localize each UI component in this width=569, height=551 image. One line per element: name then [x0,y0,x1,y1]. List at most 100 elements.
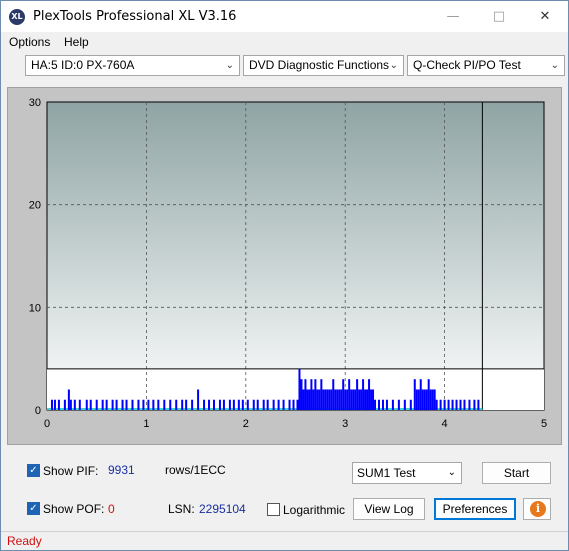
pif-bar [95,399,98,410]
pif-bar [262,399,265,410]
pif-bar [302,389,305,410]
pif-bar [356,379,359,410]
pif-bar [232,399,235,410]
pif-bar [435,399,438,410]
pif-bar [292,399,295,410]
function-select-value: DVD Diagnostic Functions [249,58,390,72]
pif-bar [246,399,249,410]
pif-bar [455,399,458,410]
pif-bar [368,379,371,410]
chevron-down-icon: ⌄ [550,60,559,71]
pif-bar [377,399,380,410]
pif-bar [67,389,70,410]
pif-bar [157,399,160,410]
pif-bar [330,389,333,410]
pif-bar [463,399,466,410]
preferences-button[interactable]: Preferences [434,498,516,520]
drive-select[interactable]: HA:5 ID:0 PX-760A ⌄ [25,55,240,76]
pif-bar [340,389,343,410]
pif-bar [115,399,118,410]
x-tick-label: 3 [342,418,348,430]
pif-bar [374,399,377,410]
pif-bar [152,399,155,410]
pif-bar [131,399,134,410]
logarithmic-label: Logarithmic [283,503,346,517]
y-tick-label: 20 [29,200,41,212]
app-logo-icon: XL [9,9,25,25]
pif-value: 9931 [108,463,135,477]
pif-bar [185,399,188,410]
pif-bar [222,399,225,410]
pif-bar [256,399,259,410]
show-pif-text: Show PIF: [43,464,99,478]
control-panel: ✓ Show PIF: 9931 rows/1ECC SUM1 Test ⌄ S… [7,453,562,527]
chevron-down-icon: ⌄ [389,60,398,71]
pif-bar [73,399,76,410]
pif-bar [111,399,114,410]
pif-bar [346,389,349,410]
pif-bar [328,389,331,410]
pif-bar [314,379,317,410]
pif-bar [350,389,353,410]
pif-bar [237,399,240,410]
show-pof-checkbox[interactable]: ✓ [27,502,40,515]
pif-bar [266,399,269,410]
y-tick-label: 30 [29,97,41,109]
pif-bar [147,399,150,410]
show-pif-checkbox[interactable]: ✓ [27,464,40,477]
drive-select-value: HA:5 ID:0 PX-760A [31,58,135,72]
pif-bar [372,389,375,410]
pif-bar [419,379,422,410]
pif-bar [277,399,280,410]
pif-bar [370,389,373,410]
pif-bar [358,389,361,410]
lsn-value: 2295104 [199,502,246,516]
chevron-down-icon: ⌄ [225,60,234,71]
pif-bar [344,389,347,410]
pif-bar [175,399,178,410]
pif-bar [427,379,430,410]
pif-bar [348,379,351,410]
pif-bar [191,399,194,410]
menu-help[interactable]: Help [64,35,89,49]
pif-bar [338,389,341,410]
pof-value: 0 [108,502,115,516]
pif-bar [316,389,319,410]
minimize-icon[interactable]: — [430,1,476,32]
pif-bar [443,399,446,410]
logarithmic-checkbox[interactable] [267,503,280,516]
menu-options[interactable]: Options [9,35,50,49]
y-tick-label: 0 [35,405,41,417]
pif-bar [252,399,255,410]
pif-bar [332,379,335,410]
pif-bar [142,399,145,410]
pif-bar [69,399,72,410]
pif-bar [85,399,88,410]
pif-bar [366,389,369,410]
pif-bar [468,399,471,410]
test-select-value: Q-Check PI/PO Test [413,58,521,72]
pif-bar [334,389,337,410]
pif-bar [318,389,321,410]
start-button[interactable]: Start [482,462,551,484]
pif-bar [137,399,140,410]
rows-unit-label: rows/1ECC [165,463,226,477]
test-select[interactable]: Q-Check PI/PO Test ⌄ [407,55,565,76]
x-tick-label: 0 [44,418,50,430]
pif-bar [423,389,426,410]
title-bar[interactable]: XL PlexTools Professional XL V3.16 — □ ✕ [1,1,568,32]
view-log-button[interactable]: View Log [353,498,425,520]
pif-bar [421,389,424,410]
pif-bar [308,389,311,410]
info-button[interactable]: i [523,498,551,520]
pif-bar [296,399,299,410]
pif-bar [415,389,418,410]
close-icon[interactable]: ✕ [522,1,568,32]
pif-bar [125,399,128,410]
pif-bar [417,389,420,410]
maximize-icon[interactable]: □ [476,1,522,32]
function-select[interactable]: DVD Diagnostic Functions ⌄ [243,55,404,76]
pif-bar [459,399,462,410]
sum-test-select[interactable]: SUM1 Test ⌄ [352,462,462,484]
pif-bar [322,389,325,410]
